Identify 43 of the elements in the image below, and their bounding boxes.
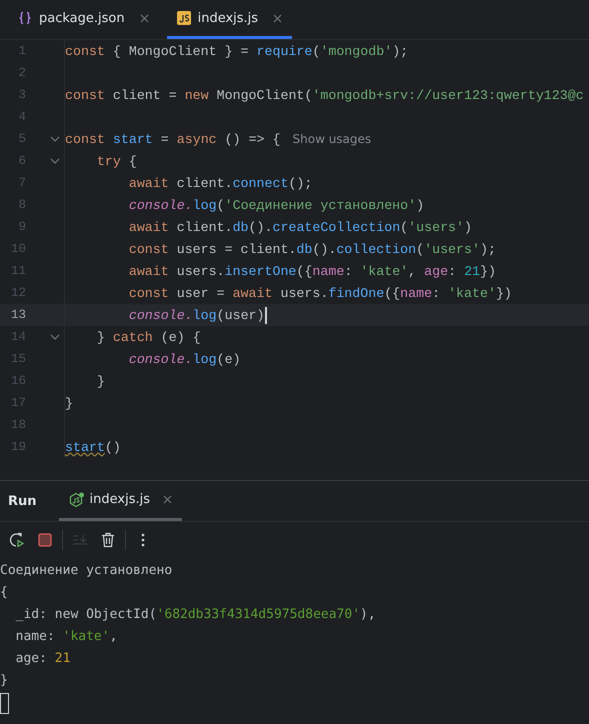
close-icon[interactable] [163,495,172,504]
fold-chevron-icon[interactable] [50,334,60,340]
line-number: 13 [10,308,26,322]
editor-tab[interactable]: package.json [8,0,159,39]
code-line: await users.insertOne({name: 'kate', age: 21}) [128,264,496,278]
text-cursor [264,306,267,324]
scroll-to-end-icon [72,533,88,547]
console-output-line: age: 21 [14,650,72,668]
node-hexagon-icon [68,492,85,508]
code-line: const users = client.db().collection('users'); [128,242,496,256]
code-line: const { MongoClient } = require('mongodb'); [65,44,408,58]
code-line: } [96,374,105,388]
trash-icon [101,532,115,548]
code-line: const client = new MongoClient('mongodb+srv://user123:qwerty123@c [65,88,584,102]
code-line: console.log(e) [128,352,241,366]
terminal-cursor [0,693,9,714]
code-line: } catch (e) { [96,330,201,344]
console-output-line: { [0,584,9,602]
stop-icon [38,533,52,547]
code-line: start() [65,440,121,454]
js-file-icon [176,11,191,25]
console-output-line: _id: new ObjectId('682db33f4314d5975d8eea70'), [14,606,377,624]
close-icon[interactable] [273,14,282,22]
code-line: try { [96,154,137,168]
rerun-icon [9,532,25,548]
inlay-hint[interactable]: Show usages [292,132,372,146]
fold-chevron-icon[interactable] [50,158,60,164]
code-line: console.log('Соединение установлено') [128,198,424,212]
run-tab[interactable]: indexjs.js [58,481,182,521]
code-line: const user = await users.findOne({name: 'kate'}) [128,286,512,300]
code-line: await client.db().createCollection('users') [128,220,472,234]
console-output-line: } [0,672,9,690]
close-icon[interactable] [140,14,149,22]
code-line: console.log(user) [128,308,265,322]
code-line: await client.connect(); [128,176,312,190]
console-output-line: name: 'kate', [14,628,118,646]
braces-icon [18,11,32,25]
panel-title: Run [8,494,37,508]
code-line: } [65,396,73,410]
console-output-line: Соединение установлено [0,562,174,580]
code-line: const start = async () => { [65,132,280,146]
more-dots-icon [141,533,145,547]
fold-chevron-icon[interactable] [50,136,60,142]
